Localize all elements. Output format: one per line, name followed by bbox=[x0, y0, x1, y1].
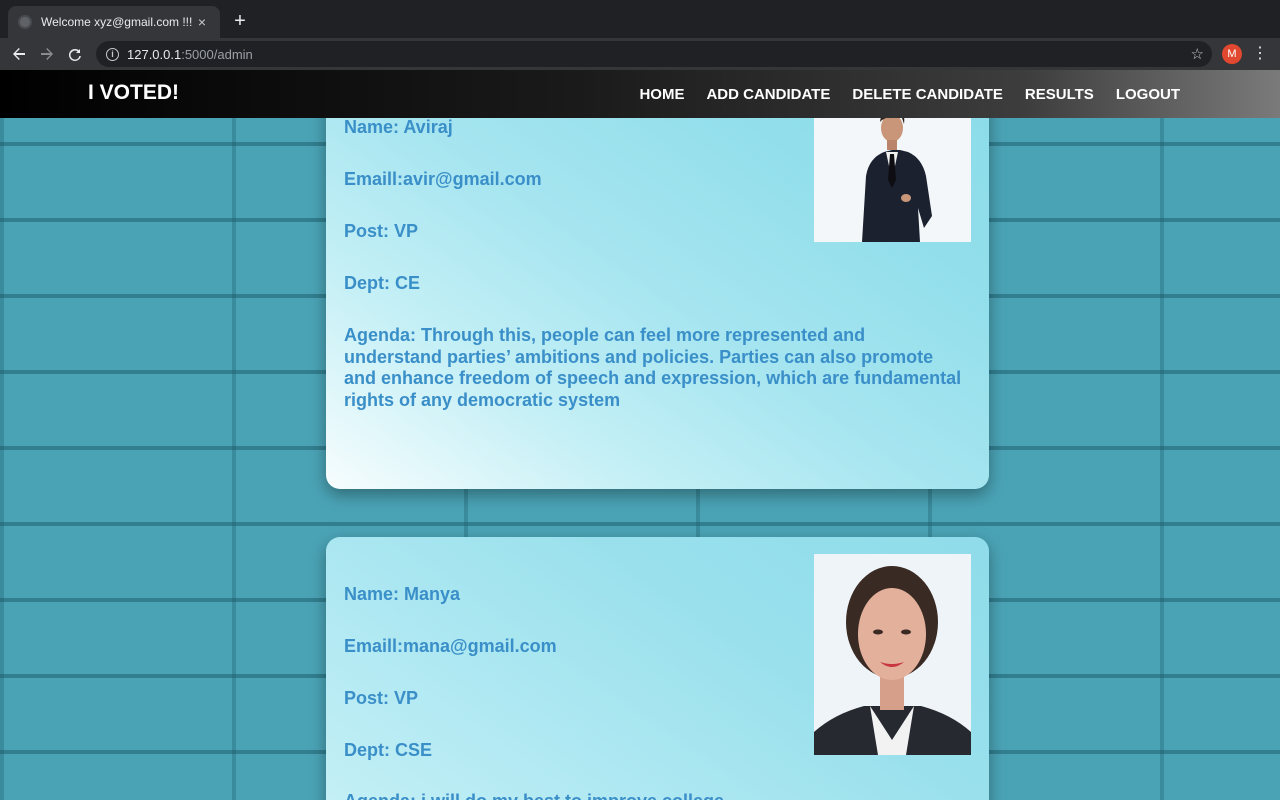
globe-icon bbox=[18, 15, 32, 29]
candidate-name: Name: Manya bbox=[344, 584, 461, 604]
browser-toolbar: i 127.0.0.1:5000/admin ☆ M ⋮ bbox=[0, 38, 1280, 70]
forward-arrow-icon[interactable] bbox=[33, 40, 61, 68]
candidate-card: Name: Manya Emaill:mana@gmail.com Post: … bbox=[326, 537, 989, 800]
candidate-dept: Dept: CSE bbox=[344, 740, 433, 760]
nav-logout-link[interactable]: LOGOUT bbox=[1116, 86, 1180, 103]
candidate-agenda: Agenda: Through this, people can feel mo… bbox=[344, 325, 962, 410]
nav-delete-candidate-link[interactable]: DELETE CANDIDATE bbox=[852, 86, 1003, 103]
candidate-post: Post: VP bbox=[344, 688, 419, 708]
bookmark-star-icon[interactable]: ☆ bbox=[1191, 45, 1204, 63]
nav-home-link[interactable]: HOME bbox=[639, 86, 684, 103]
candidate-dept: Dept: CE bbox=[344, 273, 420, 293]
candidate-email: Emaill:avir@gmail.com bbox=[344, 169, 542, 189]
page-viewport: Name: Aviraj Emaill:avir@gmail.com Post:… bbox=[0, 70, 1280, 800]
candidate-post: Post: VP bbox=[344, 221, 419, 241]
nav-results-link[interactable]: RESULTS bbox=[1025, 86, 1094, 103]
url-path: :5000/admin bbox=[181, 46, 253, 62]
new-tab-button[interactable]: + bbox=[230, 10, 250, 32]
browser-tab-bar: Welcome xyz@gmail.com !!! × + bbox=[0, 0, 1280, 38]
nav-add-candidate-link[interactable]: ADD CANDIDATE bbox=[706, 86, 830, 103]
close-tab-icon[interactable]: × bbox=[194, 14, 210, 30]
candidate-agenda: Agenda: i will do my best to improve col… bbox=[344, 791, 964, 800]
url-host: 127.0.0.1 bbox=[127, 46, 182, 62]
info-icon[interactable]: i bbox=[106, 47, 119, 61]
brand-logo[interactable]: I VOTED! bbox=[88, 81, 179, 105]
candidate-email: Emaill:mana@gmail.com bbox=[344, 636, 557, 656]
tab-title: Welcome xyz@gmail.com !!! bbox=[41, 15, 193, 29]
browser-menu-icon[interactable]: ⋮ bbox=[1252, 43, 1268, 65]
profile-avatar[interactable]: M bbox=[1222, 44, 1242, 64]
candidate-card: Name: Aviraj Emaill:avir@gmail.com Post:… bbox=[326, 88, 989, 489]
candidate-photo bbox=[814, 554, 971, 755]
reload-icon[interactable] bbox=[61, 40, 89, 68]
address-bar[interactable]: i 127.0.0.1:5000/admin ☆ bbox=[96, 41, 1212, 67]
nav-links: HOME ADD CANDIDATE DELETE CANDIDATE RESU… bbox=[639, 70, 1180, 118]
back-arrow-icon[interactable] bbox=[5, 40, 33, 68]
browser-tab[interactable]: Welcome xyz@gmail.com !!! × bbox=[8, 6, 220, 38]
candidate-name: Name: Aviraj bbox=[344, 117, 453, 137]
site-navbar: I VOTED! HOME ADD CANDIDATE DELETE CANDI… bbox=[0, 70, 1280, 118]
